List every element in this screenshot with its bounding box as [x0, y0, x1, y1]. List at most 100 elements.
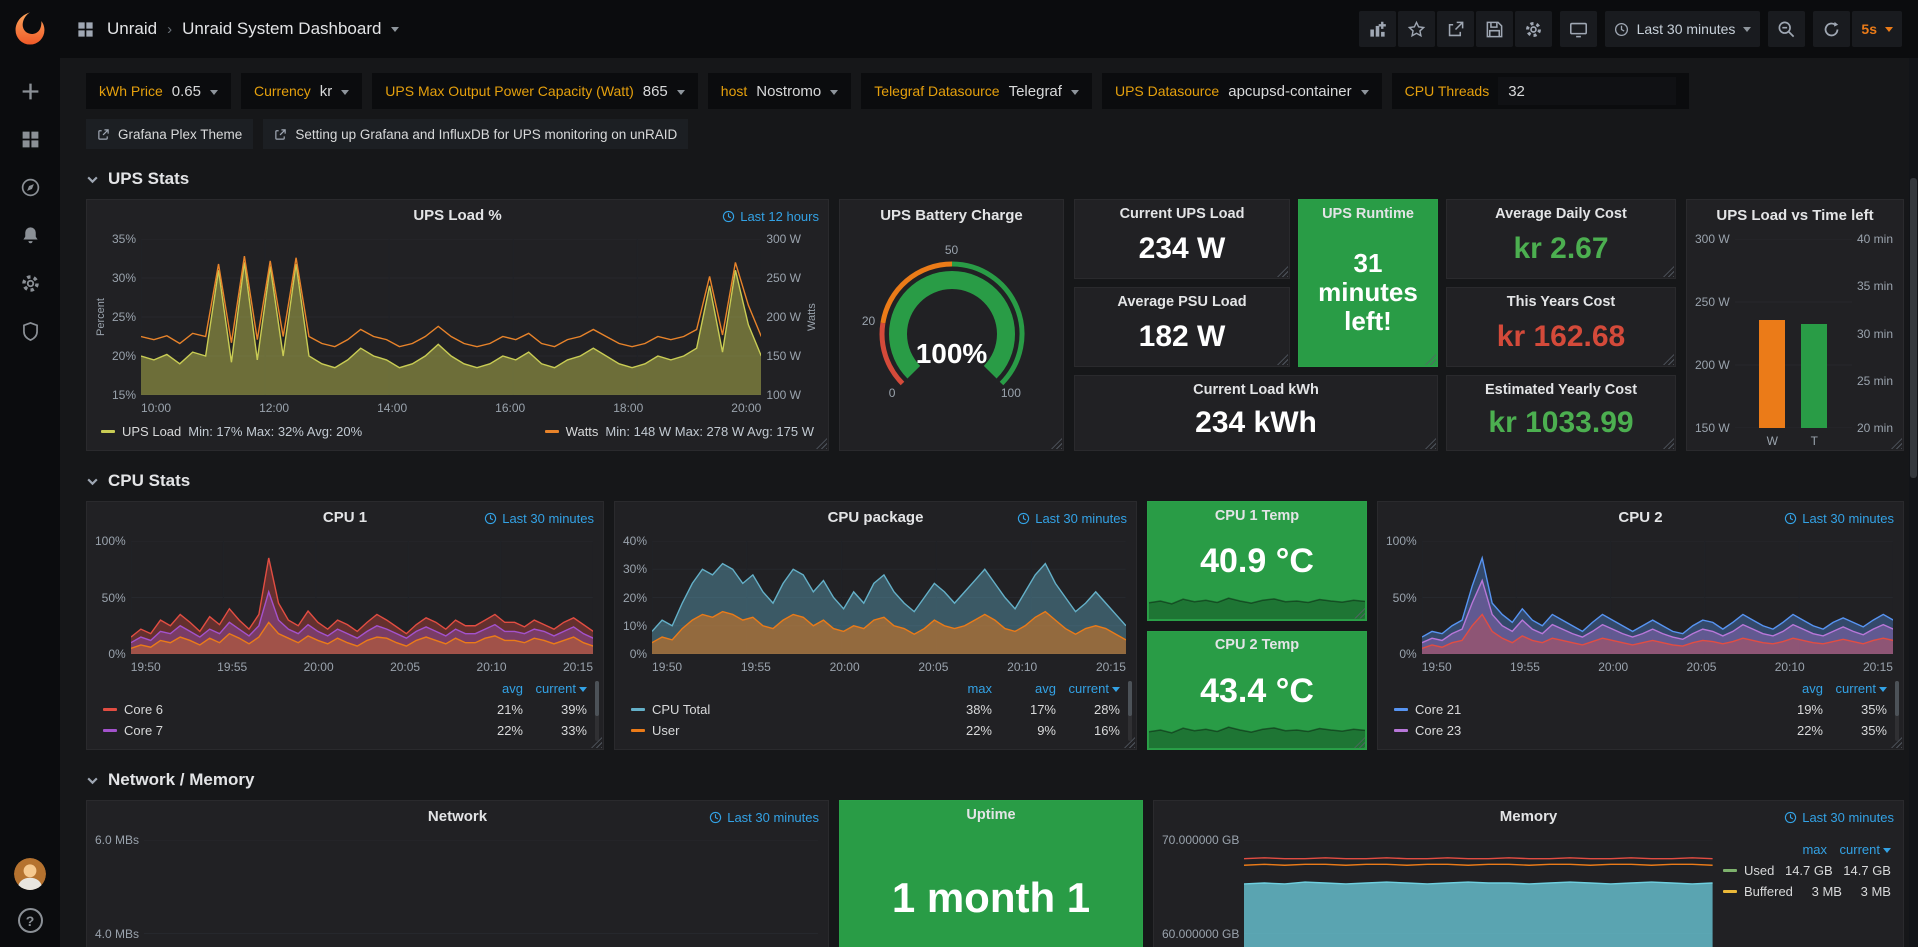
page-scrollbar[interactable] [1909, 58, 1918, 947]
legend-series-core-23[interactable]: Core 23 [1394, 723, 1759, 738]
panel-title[interactable]: Current Load kWh [1193, 382, 1319, 398]
legend-swatch [631, 708, 645, 711]
panel-title[interactable]: CPU 2 Temp [1215, 637, 1299, 653]
legend-sort-column-avg[interactable]: avg [459, 681, 523, 696]
legend-sort-column-avg[interactable]: avg [1759, 681, 1823, 696]
variable-host[interactable]: hostNostromo [708, 73, 852, 109]
panel-average-daily-cost: Average Daily Cost kr 2.67 [1446, 199, 1676, 279]
chart-plot-area[interactable] [1244, 840, 1713, 947]
panel-title[interactable]: CPU 1 [323, 509, 367, 526]
chart-plot-area[interactable] [144, 840, 818, 947]
legend-series-core-6[interactable]: Core 6 [103, 702, 459, 717]
apps-grid-icon[interactable] [76, 20, 95, 39]
alerting-bell-icon[interactable] [20, 225, 41, 246]
save-dashboard-button[interactable] [1476, 11, 1513, 47]
section-header-ups-stats[interactable]: UPS Stats [86, 169, 1904, 189]
variable-value: Telegraf [1009, 83, 1062, 100]
variable-currency[interactable]: Currencykr [241, 73, 362, 109]
panel-title[interactable]: Uptime [966, 807, 1015, 823]
grafana-logo[interactable] [10, 9, 50, 49]
admin-shield-icon[interactable] [20, 321, 41, 342]
chart-plot-area[interactable] [131, 541, 593, 654]
legend-sort-column-avg[interactable]: avg [992, 681, 1056, 696]
explore-compass-icon[interactable] [20, 177, 41, 198]
legend-series-watts[interactable]: WattsMin: 148 W Max: 278 W Avg: 175 W [545, 424, 814, 439]
panel-title[interactable]: UPS Runtime [1322, 206, 1414, 222]
dashboard-link-setting-up-grafana-and-influxd[interactable]: Setting up Grafana and InfluxDB for UPS … [263, 119, 688, 149]
chart-plot-area[interactable] [1735, 239, 1852, 428]
panel-title[interactable]: CPU 2 [1618, 509, 1662, 526]
y-axis-ticks-right: 40 min35 min30 min25 min20 min [1857, 233, 1893, 434]
legend-sort-column-current[interactable]: current [1827, 842, 1891, 857]
breadcrumb-app[interactable]: Unraid [107, 19, 157, 39]
legend-series-core-21[interactable]: Core 21 [1394, 702, 1759, 717]
legend-sort-column-current[interactable]: current [1056, 681, 1120, 696]
legend-scrollbar[interactable] [595, 681, 599, 741]
panel-title[interactable]: Average Daily Cost [1495, 206, 1627, 222]
legend-value: 38% [928, 702, 992, 717]
panel-title[interactable]: Estimated Yearly Cost [1485, 382, 1637, 398]
variable-ups-datasource[interactable]: UPS Datasourceapcupsd-container [1102, 73, 1382, 109]
help-icon[interactable]: ? [18, 908, 43, 933]
zoom-out-button[interactable] [1768, 11, 1805, 47]
section-title: Network / Memory [108, 770, 254, 790]
legend-scrollbar[interactable] [1128, 681, 1132, 741]
refresh-interval-picker[interactable]: 5s [1852, 11, 1902, 47]
variable-kwh-price[interactable]: kWh Price0.65 [86, 73, 231, 109]
scrollbar-thumb[interactable] [1910, 178, 1917, 478]
clock-icon [1784, 811, 1797, 824]
legend-series-user[interactable]: User [631, 723, 928, 738]
y-axis-ticks-left: 100%50%0% [95, 535, 126, 660]
legend-sort-column-max[interactable]: max [928, 681, 992, 696]
dashboard-scroll-area[interactable]: kWh Price0.65 Currencykr UPS Max Output Po… [60, 58, 1918, 947]
x-axis-ticks: WT [1735, 431, 1852, 447]
refresh-button[interactable] [1813, 11, 1850, 47]
legend-sort-column-current[interactable]: current [523, 681, 587, 696]
variable-telegraf-datasource[interactable]: Telegraf DatasourceTelegraf [861, 73, 1092, 109]
chart-plot-area[interactable] [1422, 541, 1893, 654]
panel-title[interactable]: This Years Cost [1507, 294, 1616, 310]
dashboards-icon[interactable] [20, 129, 41, 150]
variable-label: kWh Price [99, 83, 163, 99]
configuration-gear-icon[interactable] [20, 273, 41, 294]
tv-mode-button[interactable] [1560, 11, 1597, 47]
chart-plot-area[interactable] [141, 239, 761, 395]
legend-series-cpu-total[interactable]: CPU Total [631, 702, 928, 717]
legend-sort-column-max[interactable]: max [1763, 842, 1827, 857]
panel-title[interactable]: UPS Load % [413, 207, 501, 224]
add-panel-button[interactable] [1359, 11, 1396, 47]
legend-sort-column-current[interactable]: current [1823, 681, 1887, 696]
variable-cpu-threads[interactable]: CPU Threads32 [1392, 73, 1690, 109]
section-header-network-memory[interactable]: Network / Memory [86, 770, 1904, 790]
panel-title[interactable]: CPU package [828, 509, 924, 526]
user-avatar[interactable] [14, 858, 46, 890]
variable-input[interactable]: 32 [1498, 77, 1676, 105]
panel-title[interactable]: Average PSU Load [1117, 294, 1246, 310]
legend-series-used[interactable]: Used [1723, 863, 1774, 878]
dashboard-settings-button[interactable] [1515, 11, 1552, 47]
breadcrumb: Unraid › Unraid System Dashboard [107, 19, 399, 39]
panel-title[interactable]: UPS Battery Charge [880, 207, 1023, 224]
legend-series-buffered[interactable]: Buffered [1723, 884, 1793, 899]
legend-series-ups-load[interactable]: UPS LoadMin: 17% Max: 32% Avg: 20% [101, 424, 362, 439]
panel-title[interactable]: UPS Load vs Time left [1716, 207, 1873, 224]
star-dashboard-button[interactable] [1398, 11, 1435, 47]
chevron-down-icon [1743, 27, 1751, 32]
chevron-down-icon[interactable] [391, 27, 399, 32]
dashboard-title[interactable]: Unraid System Dashboard [182, 19, 381, 39]
legend-series-core-7[interactable]: Core 7 [103, 723, 459, 738]
share-dashboard-button[interactable] [1437, 11, 1474, 47]
panel-title[interactable]: Current UPS Load [1120, 206, 1245, 222]
panel-title[interactable]: CPU 1 Temp [1215, 508, 1299, 524]
legend-scrollbar[interactable] [1895, 681, 1899, 741]
create-plus-icon[interactable] [20, 81, 41, 102]
variable-ups-max-output-power-capacity-watt[interactable]: UPS Max Output Power Capacity (Watt)865 [372, 73, 697, 109]
section-header-cpu-stats[interactable]: CPU Stats [86, 471, 1904, 491]
time-range-picker[interactable]: Last 30 minutes [1605, 11, 1761, 47]
variable-value: kr [320, 83, 333, 100]
panel-title[interactable]: Memory [1500, 808, 1558, 825]
dashboard-link-grafana-plex-theme[interactable]: Grafana Plex Theme [86, 119, 253, 149]
chart-plot-area[interactable] [652, 541, 1126, 654]
legend-swatch [1394, 708, 1408, 711]
panel-title[interactable]: Network [428, 808, 487, 825]
